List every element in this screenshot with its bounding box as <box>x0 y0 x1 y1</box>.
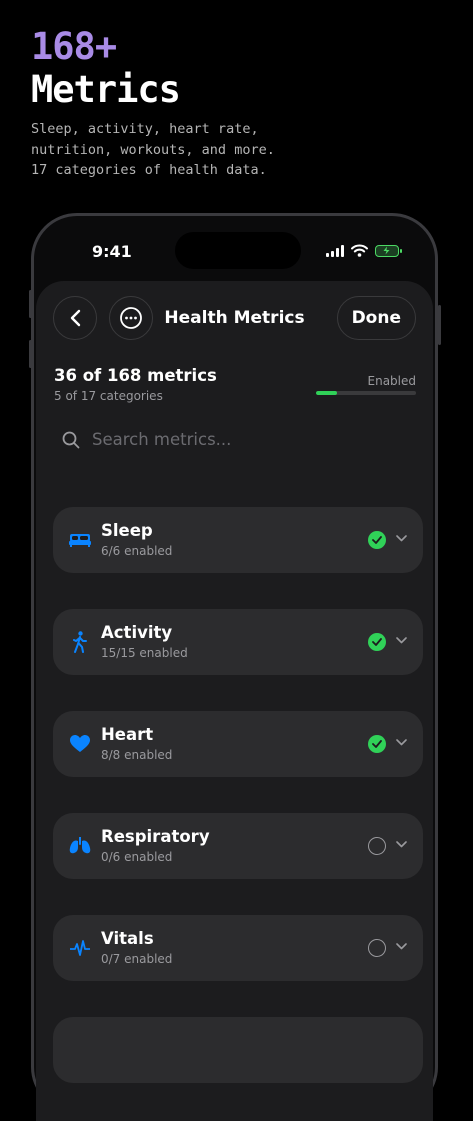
bed-icon <box>69 529 91 551</box>
chevron-down-icon <box>396 739 407 746</box>
phone-frame: 9:41 Health Metrics Done 36 of 168 metri… <box>31 213 438 1121</box>
category-card-sleep[interactable]: Sleep 6/6 enabled <box>53 507 423 573</box>
hero-description: Sleep, activity, heart rate, nutrition, … <box>31 119 451 181</box>
enabled-label: Enabled <box>367 374 417 388</box>
chevron-down-icon <box>396 841 407 848</box>
battery-charging-icon <box>375 244 402 257</box>
chevron-down-icon <box>396 943 407 950</box>
chevron-down-icon <box>396 535 407 542</box>
search-bar[interactable] <box>62 429 354 450</box>
hero-count: 168+ <box>31 25 117 68</box>
figure-walk-icon <box>69 631 91 653</box>
empty-circle-icon <box>368 837 386 855</box>
category-card-partial[interactable] <box>53 1017 423 1083</box>
checkmark-circle-icon <box>368 735 386 753</box>
checkmark-circle-icon <box>368 633 386 651</box>
dynamic-island <box>175 232 301 269</box>
category-status: 6/6 enabled <box>101 544 173 558</box>
hero-desc-line: 17 categories of health data. <box>31 162 267 178</box>
category-title: Vitals <box>101 929 154 948</box>
search-input[interactable] <box>90 429 354 450</box>
category-card-activity[interactable]: Activity 15/15 enabled <box>53 609 423 675</box>
checkmark-circle-icon <box>368 531 386 549</box>
status-time: 9:41 <box>92 242 132 261</box>
categories-count: 5 of 17 categories <box>54 389 163 403</box>
enabled-progress-bar <box>316 391 416 395</box>
category-status: 8/8 enabled <box>101 748 173 762</box>
category-title: Sleep <box>101 521 153 540</box>
category-card-respiratory[interactable]: Respiratory 0/6 enabled <box>53 813 423 879</box>
search-icon <box>62 431 80 448</box>
heart-icon <box>69 733 91 755</box>
category-title: Respiratory <box>101 827 210 846</box>
hero-desc-line: nutrition, workouts, and more. <box>31 141 275 158</box>
chevron-down-icon <box>396 637 407 644</box>
enabled-progress-fill <box>316 391 338 395</box>
status-icons <box>326 244 402 257</box>
phone-side-button <box>438 305 441 345</box>
category-title: Heart <box>101 725 154 744</box>
lungs-icon <box>69 835 91 857</box>
cellular-signal-icon <box>326 244 344 257</box>
waveform-icon <box>69 937 91 959</box>
metrics-count: 36 of 168 metrics <box>54 366 217 385</box>
category-card-heart[interactable]: Heart 8/8 enabled <box>53 711 423 777</box>
category-status: 0/7 enabled <box>101 952 173 966</box>
metrics-sheet: Health Metrics Done 36 of 168 metrics 5 … <box>36 281 433 1121</box>
category-title: Activity <box>101 623 173 642</box>
category-card-vitals[interactable]: Vitals 0/7 enabled <box>53 915 423 981</box>
category-status: 15/15 enabled <box>101 646 188 660</box>
done-button[interactable]: Done <box>336 296 416 340</box>
category-status: 0/6 enabled <box>101 850 173 864</box>
empty-circle-icon <box>368 939 386 957</box>
wifi-icon <box>351 244 368 257</box>
hero-title: Metrics <box>31 68 181 111</box>
hero-desc-line: Sleep, activity, heart rate, <box>31 121 259 137</box>
